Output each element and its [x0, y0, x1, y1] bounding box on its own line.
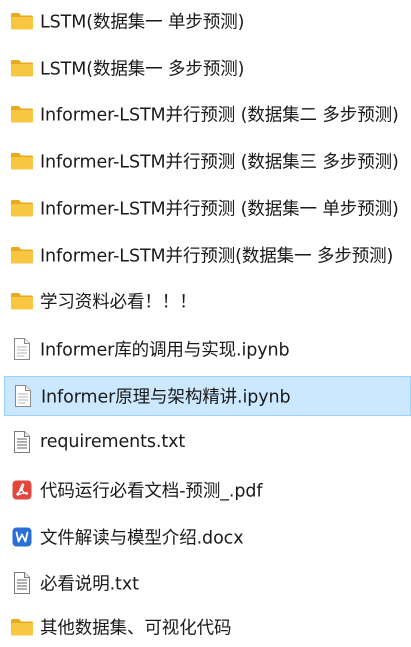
- folder-icon: [11, 60, 33, 77]
- item-name: Informer库的调用与实现.ipynb: [40, 340, 290, 361]
- file-list: LSTM(数据集一 单步预测) LSTM(数据集一 多步预测) Informer…: [0, 0, 411, 647]
- folder-icon: [11, 293, 33, 310]
- item-name: 其他数据集、可视化代码: [40, 618, 232, 639]
- item-name: requirements.txt: [40, 432, 186, 452]
- item-name: 学习资料必看！！！: [40, 292, 197, 313]
- word-icon: [12, 527, 32, 547]
- list-item[interactable]: 文件解读与模型介绍.docx: [0, 517, 411, 557]
- folder-icon: [11, 200, 33, 217]
- list-item[interactable]: 其他数据集、可视化代码: [0, 607, 411, 647]
- item-name: 文件解读与模型介绍.docx: [40, 528, 244, 549]
- list-item[interactable]: LSTM(数据集一 多步预测): [0, 48, 411, 88]
- list-item[interactable]: 代码运行必看文档-预测_.pdf: [0, 470, 411, 510]
- list-item[interactable]: Informer-LSTM并行预测(数据集一 多步预测): [0, 235, 411, 275]
- text-file-icon: [14, 572, 30, 594]
- folder-icon: [11, 13, 33, 30]
- list-item[interactable]: Informer-LSTM并行预测 (数据集一 单步预测): [0, 188, 411, 228]
- list-item[interactable]: LSTM(数据集一 单步预测): [0, 1, 411, 41]
- list-item[interactable]: 必看说明.txt: [0, 563, 411, 603]
- pdf-icon: [12, 480, 32, 500]
- item-name: 代码运行必看文档-预测_.pdf: [40, 481, 263, 502]
- folder-icon: [11, 106, 33, 123]
- list-item[interactable]: Informer-LSTM并行预测 (数据集二 多步预测): [0, 94, 411, 134]
- item-name: Informer-LSTM并行预测 (数据集一 单步预测): [40, 199, 399, 220]
- item-name: LSTM(数据集一 多步预测): [40, 59, 245, 80]
- item-name: Informer原理与架构精讲.ipynb: [41, 387, 291, 408]
- folder-icon: [11, 619, 33, 636]
- document-icon: [15, 385, 31, 407]
- document-icon: [14, 338, 30, 360]
- folder-icon: [11, 153, 33, 170]
- item-name: LSTM(数据集一 单步预测): [40, 12, 245, 33]
- item-name: 必看说明.txt: [40, 574, 139, 595]
- folder-icon: [11, 247, 33, 264]
- item-name: Informer-LSTM并行预测(数据集一 多步预测): [40, 246, 394, 267]
- list-item[interactable]: requirements.txt: [0, 422, 411, 462]
- list-item[interactable]: Informer库的调用与实现.ipynb: [0, 329, 411, 369]
- text-file-icon: [14, 431, 30, 453]
- item-name: Informer-LSTM并行预测 (数据集二 多步预测): [40, 105, 399, 126]
- list-item[interactable]: Informer-LSTM并行预测 (数据集三 多步预测): [0, 141, 411, 181]
- item-name: Informer-LSTM并行预测 (数据集三 多步预测): [40, 152, 399, 173]
- list-item[interactable]: 学习资料必看！！！: [0, 281, 411, 321]
- list-item-selected[interactable]: Informer原理与架构精讲.ipynb: [4, 376, 411, 416]
